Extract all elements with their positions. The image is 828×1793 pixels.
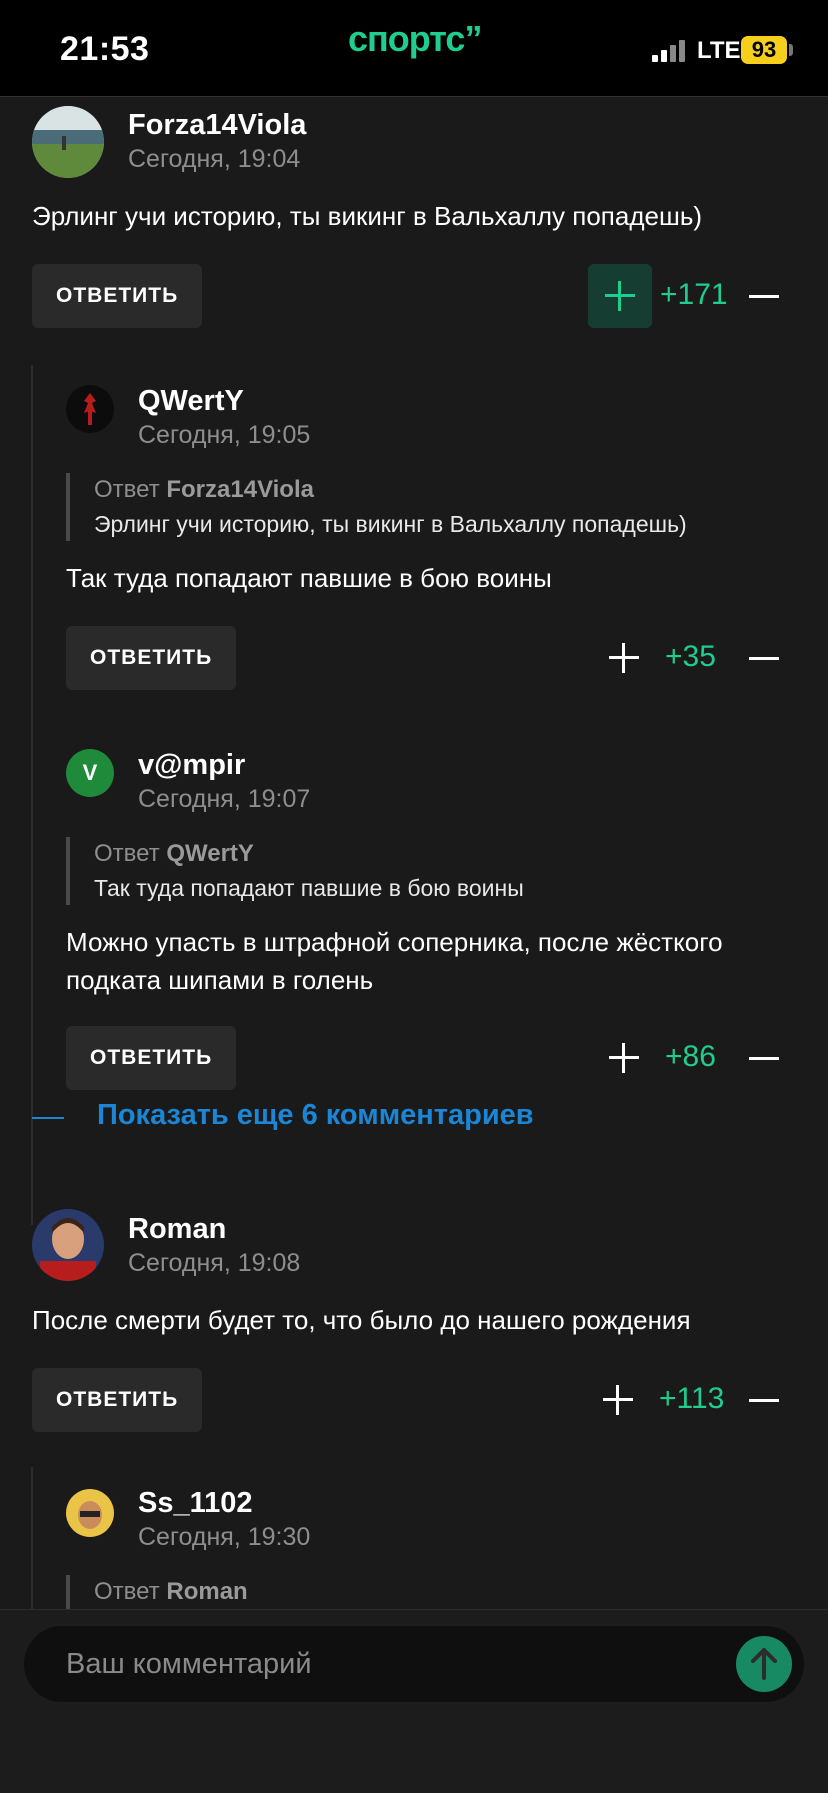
comment-text: Эрлинг учи историю, ты викинг в Вальхалл… bbox=[32, 201, 703, 231]
quote-prefix: Ответ bbox=[94, 1578, 160, 1605]
network-label: LTE bbox=[697, 37, 741, 64]
reply-button[interactable]: ОТВЕТИТЬ bbox=[32, 264, 203, 328]
comment-author[interactable]: Forza14Viola bbox=[128, 109, 306, 142]
dash-icon bbox=[32, 1117, 64, 1119]
send-button[interactable] bbox=[736, 1636, 792, 1692]
comment-author[interactable]: Ss_1102 bbox=[138, 1487, 253, 1520]
status-time: 21:53 bbox=[60, 30, 150, 68]
downvote-button[interactable] bbox=[749, 657, 779, 660]
comment-score: +86 bbox=[665, 1040, 716, 1073]
reply-button[interactable]: ОТВЕТИТЬ bbox=[32, 1368, 203, 1432]
quote-text: Эрлинг учи историю, ты викинг в Вальхалл… bbox=[94, 511, 687, 537]
avatar[interactable]: V bbox=[66, 749, 114, 797]
comment-text: Можно упасть в штрафной соперника, после… bbox=[66, 927, 723, 995]
comments-list: Forza14Viola Сегодня, 19:04 Эрлинг учи и… bbox=[0, 97, 828, 1609]
avatar-letter: V bbox=[82, 760, 98, 785]
comment-author[interactable]: QWertY bbox=[138, 385, 244, 418]
quote-author: Roman bbox=[166, 1578, 248, 1605]
reply-button[interactable]: ОТВЕТИТЬ bbox=[66, 626, 237, 690]
downvote-button[interactable] bbox=[749, 1399, 779, 1402]
battery-tip bbox=[789, 44, 793, 56]
upvote-button[interactable] bbox=[592, 626, 656, 690]
reply-quote[interactable]: Ответ Roman bbox=[66, 1575, 248, 1609]
signal-icon bbox=[652, 40, 685, 62]
thread-line bbox=[31, 365, 33, 1225]
comment-author[interactable]: v@mpir bbox=[138, 749, 245, 782]
comment-date: Сегодня, 19:07 bbox=[138, 785, 311, 813]
comment-composer bbox=[0, 1609, 828, 1793]
downvote-button[interactable] bbox=[749, 295, 779, 298]
quote-text: Так туда попадают павшие в бою воины bbox=[94, 875, 524, 901]
comment-date: Сегодня, 19:08 bbox=[128, 1249, 301, 1277]
upvote-button[interactable] bbox=[592, 1026, 656, 1090]
avatar[interactable] bbox=[32, 106, 104, 178]
status-bar: 21:53 спортс” LTE 93 bbox=[0, 0, 828, 97]
comment-text: Так туда попадают павшие в бою воины bbox=[66, 563, 552, 593]
comment-score: +113 bbox=[659, 1382, 725, 1415]
downvote-button[interactable] bbox=[749, 1057, 779, 1060]
quote-author: Forza14Viola bbox=[166, 476, 314, 503]
reply-button[interactable]: ОТВЕТИТЬ bbox=[66, 1026, 237, 1090]
reply-quote[interactable]: Ответ Forza14Viola Эрлинг учи историю, т… bbox=[66, 473, 687, 541]
comment-score: +35 bbox=[665, 640, 716, 673]
reply-quote[interactable]: Ответ QWertY Так туда попадают павшие в … bbox=[66, 837, 524, 905]
comment-score: +171 bbox=[660, 278, 728, 311]
comment-date: Сегодня, 19:04 bbox=[128, 145, 301, 173]
arrow-up-icon bbox=[751, 1648, 777, 1680]
comment-date: Сегодня, 19:05 bbox=[138, 421, 311, 449]
quote-prefix: Ответ bbox=[94, 840, 160, 867]
comment-input[interactable] bbox=[24, 1626, 804, 1702]
avatar[interactable] bbox=[66, 385, 114, 433]
avatar[interactable] bbox=[32, 1209, 104, 1281]
brand-logo[interactable]: спортс” bbox=[348, 18, 482, 60]
thread-line bbox=[31, 1467, 33, 1609]
comment-author[interactable]: Roman bbox=[128, 1213, 226, 1246]
quote-author: QWertY bbox=[166, 840, 254, 867]
avatar[interactable] bbox=[66, 1489, 114, 1537]
comment-date: Сегодня, 19:30 bbox=[138, 1523, 311, 1551]
comment-text: После смерти будет то, что было до нашег… bbox=[32, 1305, 691, 1335]
battery-icon: 93 bbox=[741, 36, 787, 64]
upvote-button[interactable] bbox=[586, 1368, 650, 1432]
upvote-button[interactable] bbox=[588, 264, 652, 328]
quote-prefix: Ответ bbox=[94, 476, 160, 503]
show-more-label: Показать еще 6 комментариев bbox=[97, 1099, 534, 1131]
